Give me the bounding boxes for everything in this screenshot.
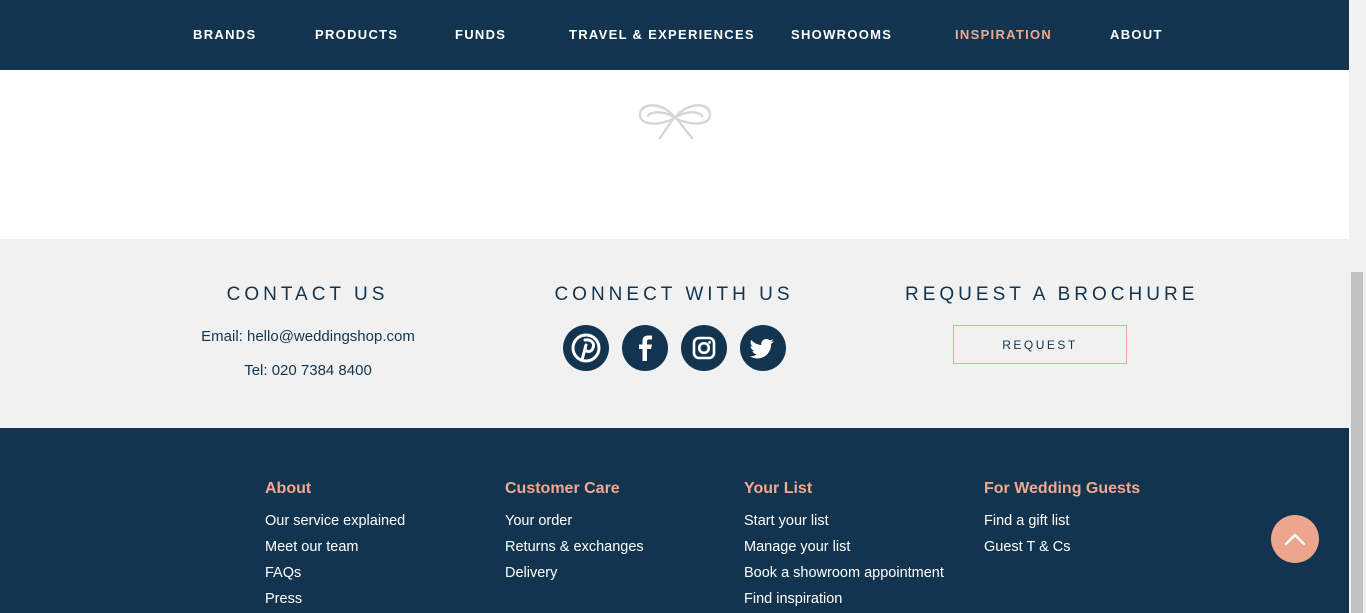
instagram-icon[interactable] [681,325,727,371]
chevron-up-icon [1284,533,1306,546]
back-to-top-button[interactable] [1271,515,1319,563]
twitter-icon[interactable] [740,325,786,371]
footer-link-guest-tcs[interactable]: Guest T & Cs [984,534,1140,560]
main-nav: BRANDS PRODUCTS FUNDS TRAVEL & EXPERIENC… [0,0,1349,70]
vertical-scrollbar[interactable] [1349,0,1366,613]
nav-item-travel-experiences[interactable]: TRAVEL & EXPERIENCES [569,0,755,70]
pinterest-icon[interactable] [563,325,609,371]
footer-link-press[interactable]: Press [265,586,405,612]
footer-heading-your-list: Your List [744,480,813,497]
nav-item-products[interactable]: PRODUCTS [315,0,398,70]
footer-link-find-inspiration[interactable]: Find inspiration [744,586,944,612]
footer-link-find-gift-list[interactable]: Find a gift list [984,508,1140,534]
site-footer: About Our service explained Meet our tea… [0,428,1349,613]
footer-link-manage-list[interactable]: Manage your list [744,534,944,560]
footer-link-start-list[interactable]: Start your list [744,508,944,534]
contact-tel[interactable]: Tel: 020 7384 8400 [188,362,428,379]
footer-col-wedding-guests: For Wedding Guests Find a gift list Gues… [984,480,1140,560]
nav-item-inspiration[interactable]: INSPIRATION [955,0,1052,70]
footer-link-delivery[interactable]: Delivery [505,560,644,586]
page: BRANDS PRODUCTS FUNDS TRAVEL & EXPERIENC… [0,0,1349,613]
footer-link-your-order[interactable]: Your order [505,508,644,534]
footer-link-our-service[interactable]: Our service explained [265,508,405,534]
footer-link-returns[interactable]: Returns & exchanges [505,534,644,560]
nav-item-about[interactable]: ABOUT [1110,0,1163,70]
facebook-icon[interactable] [622,325,668,371]
footer-heading-wedding-guests: For Wedding Guests [984,480,1141,497]
contact-band: CONTACT US Email: hello@weddingshop.com … [0,239,1349,428]
footer-col-your-list: Your List Start your list Manage your li… [744,480,944,612]
footer-heading-customer-care: Customer Care [505,480,620,497]
footer-heading-about: About [265,480,312,497]
footer-link-meet-team[interactable]: Meet our team [265,534,405,560]
footer-col-about: About Our service explained Meet our tea… [265,480,405,612]
contact-email[interactable]: Email: hello@weddingshop.com [188,328,428,345]
footer-link-book-showroom[interactable]: Book a showroom appointment [744,560,944,586]
request-brochure-button[interactable]: REQUEST [953,325,1127,364]
nav-item-funds[interactable]: FUNDS [455,0,506,70]
connect-title: CONNECT WITH US [554,284,794,305]
contact-title: CONTACT US [226,284,389,305]
nav-item-brands[interactable]: BRANDS [193,0,256,70]
nav-item-showrooms[interactable]: SHOWROOMS [791,0,892,70]
ribbon-bow-icon [638,104,712,140]
scrollbar-thumb[interactable] [1351,272,1363,613]
footer-col-customer-care: Customer Care Your order Returns & excha… [505,480,644,586]
brochure-title: REQUEST A BROCHURE [905,284,1199,305]
footer-link-faqs[interactable]: FAQs [265,560,405,586]
